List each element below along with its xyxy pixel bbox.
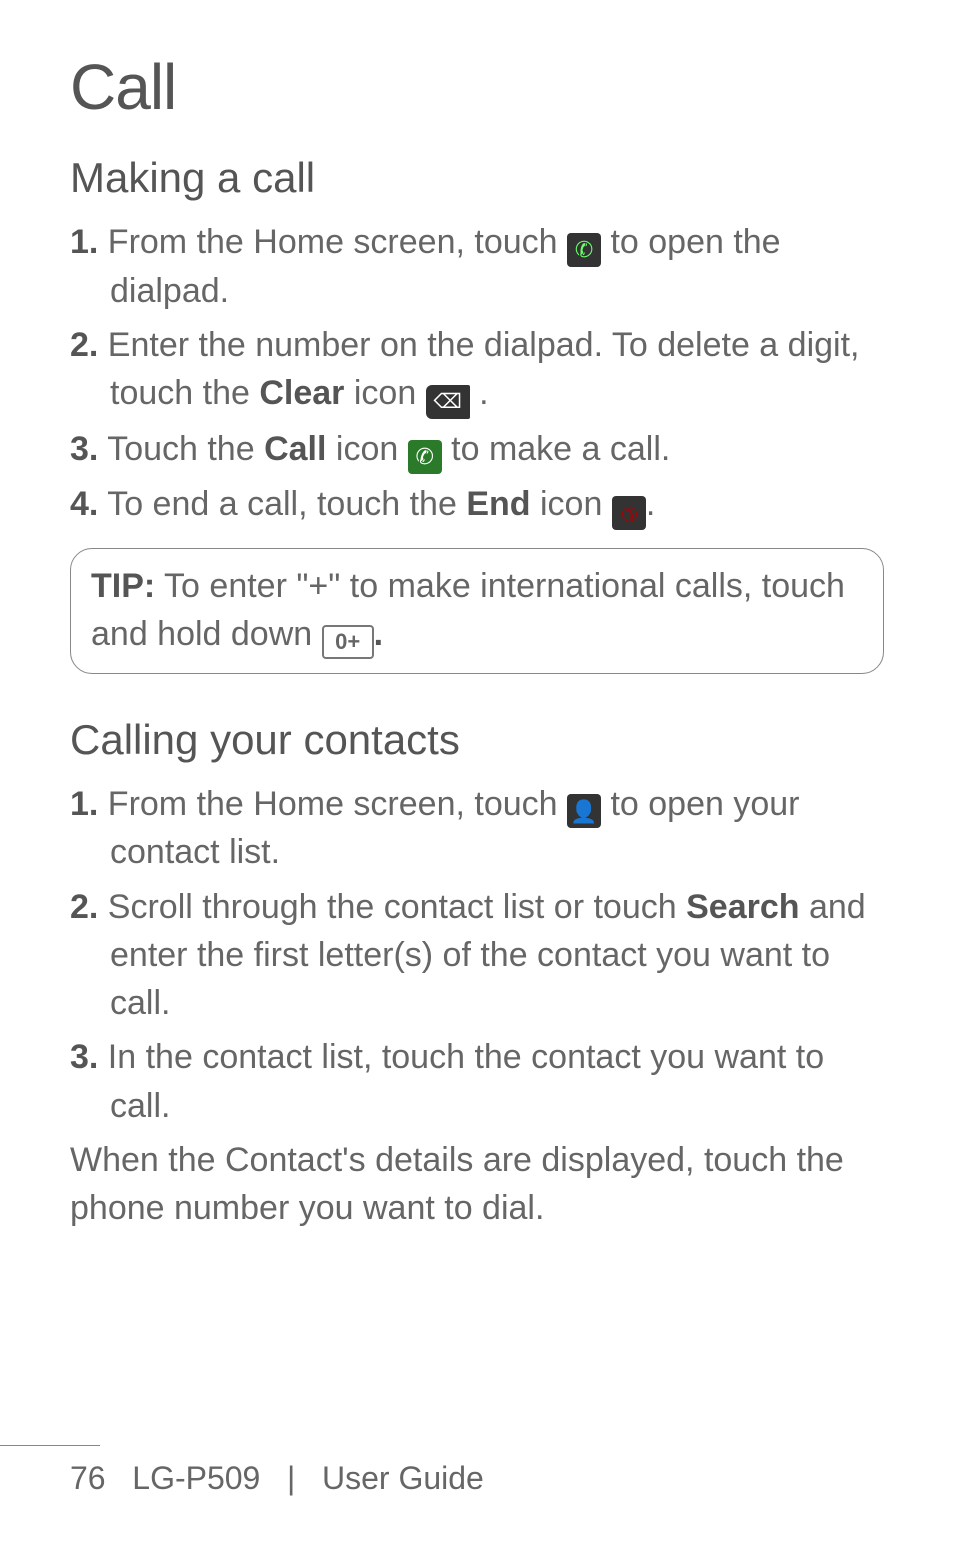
page-footer: 76 LG-P509 | User Guide <box>0 1445 954 1497</box>
page-number: 76 <box>70 1460 106 1496</box>
steps-list-1: 1. From the Home screen, touch ✆ to open… <box>70 218 884 530</box>
step-number: 3. <box>70 1038 98 1076</box>
step-number: 1. <box>70 223 98 261</box>
step-text: . <box>646 485 655 523</box>
step-number: 3. <box>70 430 98 468</box>
bold-term: Call <box>264 430 326 468</box>
step-text: icon <box>326 430 407 468</box>
phone-icon: ✆ <box>567 233 601 267</box>
zero-plus-key: 0+ <box>322 625 374 659</box>
step-item: 3. Touch the Call icon ✆ to make a call. <box>70 425 884 474</box>
tip-body-post: . <box>374 615 383 653</box>
phone-glyph: ✆ <box>415 441 433 472</box>
steps-list-2: 1. From the Home screen, touch 👤 to open… <box>70 780 884 1130</box>
step-item: 3. In the contact list, touch the contac… <box>70 1033 884 1130</box>
tip-text: TIP: To enter "+" to make international … <box>91 563 863 659</box>
step-number: 1. <box>70 785 98 823</box>
step-text: To end a call, touch the <box>98 485 466 523</box>
device-model: LG-P509 <box>132 1460 260 1496</box>
document-page: Call Making a call 1. From the Home scre… <box>0 0 954 1233</box>
footer-sep: | <box>287 1460 295 1496</box>
step-number: 2. <box>70 326 98 364</box>
step-text: From the Home screen, touch <box>98 223 567 261</box>
step-text: From the Home screen, touch <box>98 785 567 823</box>
step-number: 2. <box>70 888 98 926</box>
step-text: Scroll through the contact list or touch <box>98 888 686 926</box>
contacts-glyph: 👤 <box>570 796 597 827</box>
step-text: icon <box>531 485 612 523</box>
call-icon: ✆ <box>408 440 442 474</box>
step-text: Touch the <box>98 430 264 468</box>
step-item: 2. Enter the number on the dialpad. To d… <box>70 321 884 419</box>
section-body-text: When the Contact's details are displayed… <box>70 1136 884 1233</box>
step-item: 4. To end a call, touch the End icon ✆. <box>70 480 884 530</box>
step-text: . <box>470 374 489 412</box>
bold-term: Search <box>686 888 799 926</box>
step-item: 1. From the Home screen, touch ✆ to open… <box>70 218 884 315</box>
footer-rule <box>0 1445 100 1446</box>
doc-label: User Guide <box>322 1460 484 1496</box>
tip-body: To enter "+" to make international calls… <box>91 567 845 653</box>
step-item: 2. Scroll through the contact list or to… <box>70 883 884 1028</box>
footer-text: 76 LG-P509 | User Guide <box>0 1460 954 1497</box>
step-number: 4. <box>70 485 98 523</box>
phone-glyph: ✆ <box>572 233 596 267</box>
tip-label: TIP: <box>91 567 155 605</box>
end-icon: ✆ <box>612 496 646 530</box>
section-heading-calling-contacts: Calling your contacts <box>70 716 884 764</box>
tip-callout: TIP: To enter "+" to make international … <box>70 548 884 674</box>
bold-term: End <box>466 485 530 523</box>
step-item: 1. From the Home screen, touch 👤 to open… <box>70 780 884 877</box>
step-text: In the contact list, touch the contact y… <box>98 1038 824 1124</box>
page-title: Call <box>70 50 884 124</box>
backspace-glyph: ⌫ <box>434 388 462 416</box>
step-text: icon <box>344 374 425 412</box>
section-heading-making-a-call: Making a call <box>70 154 884 202</box>
clear-icon: ⌫ <box>426 385 470 419</box>
bold-term: Clear <box>259 374 344 412</box>
contacts-icon: 👤 <box>567 794 601 828</box>
end-call-glyph: ✆ <box>613 497 645 529</box>
step-text: to make a call. <box>442 430 671 468</box>
